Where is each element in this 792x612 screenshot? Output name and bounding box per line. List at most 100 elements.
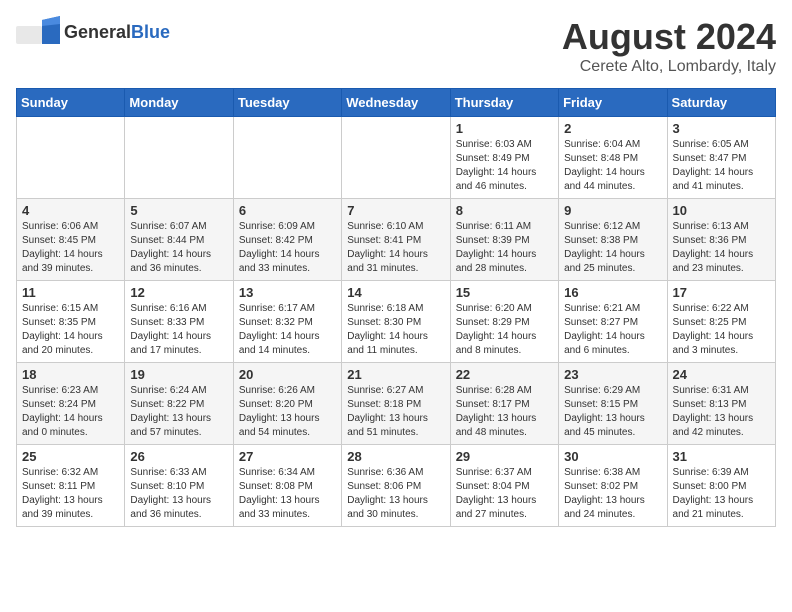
month-title: August 2024 (562, 16, 776, 58)
logo: GeneralBlue (16, 16, 170, 48)
day-number: 21 (347, 367, 444, 382)
day-number: 5 (130, 203, 227, 218)
calendar-cell: 30Sunrise: 6:38 AM Sunset: 8:02 PM Dayli… (559, 445, 667, 527)
day-info: Sunrise: 6:31 AM Sunset: 8:13 PM Dayligh… (673, 384, 770, 440)
day-info: Sunrise: 6:13 AM Sunset: 8:36 PM Dayligh… (673, 220, 770, 276)
day-number: 1 (456, 121, 553, 136)
day-info: Sunrise: 6:07 AM Sunset: 8:44 PM Dayligh… (130, 220, 227, 276)
day-number: 2 (564, 121, 661, 136)
calendar-cell (342, 117, 450, 199)
day-number: 7 (347, 203, 444, 218)
calendar-cell: 21 Sunrise: 6:27 AM Sunset: 8:18 PM Dayli… (342, 363, 450, 445)
calendar-cell: 10 Sunrise: 6:13 AM Sunset: 8:36 PM Dayli… (667, 199, 775, 281)
day-info: Sunrise: 6:29 AM Sunset: 8:15 PM Dayligh… (564, 384, 661, 440)
day-number: 25 (22, 449, 119, 464)
calendar-cell: 26 Sunrise: 6:33 AM Sunset: 8:10 PM Dayli… (125, 445, 233, 527)
calendar-cell (125, 117, 233, 199)
day-info: Sunrise: 6:36 AM Sunset: 8:06 PM Dayligh… (347, 466, 444, 522)
day-number: 20 (239, 367, 336, 382)
day-number: 3 (673, 121, 770, 136)
calendar-cell: 2 Sunrise: 6:04 AM Sunset: 8:48 PM Daylig… (559, 117, 667, 199)
day-number: 14 (347, 285, 444, 300)
day-number: 19 (130, 367, 227, 382)
day-info: Sunrise: 6:05 AM Sunset: 8:47 PM Dayligh… (673, 138, 770, 194)
day-number: 17 (673, 285, 770, 300)
location-subtitle: Cerete Alto, Lombardy, Italy (562, 58, 776, 76)
calendar-cell: 5 Sunrise: 6:07 AM Sunset: 8:44 PM Daylig… (125, 199, 233, 281)
calendar-cell: 14 Sunrise: 6:18 AM Sunset: 8:30 PM Dayli… (342, 281, 450, 363)
day-info: Sunrise: 6:38 AM Sunset: 8:02 PM Dayligh… (564, 466, 661, 522)
logo-icon (16, 16, 60, 48)
calendar-week-row: 11 Sunrise: 6:15 AM Sunset: 8:35 PM Dayli… (17, 281, 776, 363)
day-info: Sunrise: 6:18 AM Sunset: 8:30 PM Dayligh… (347, 302, 444, 358)
day-info: Sunrise: 6:12 AM Sunset: 8:38 PM Dayligh… (564, 220, 661, 276)
day-number: 16 (564, 285, 661, 300)
calendar-week-row: 25 Sunrise: 6:32 AM Sunset: 8:11 PM Dayli… (17, 445, 776, 527)
header-monday: Monday (125, 89, 233, 117)
day-info: Sunrise: 6:20 AM Sunset: 8:29 PM Dayligh… (456, 302, 553, 358)
calendar-cell: 13Sunrise: 6:17 AM Sunset: 8:32 PM Dayli… (233, 281, 341, 363)
day-number: 8 (456, 203, 553, 218)
calendar-cell: 1 Sunrise: 6:03 AM Sunset: 8:49 PM Daylig… (450, 117, 558, 199)
calendar-cell: 20 Sunrise: 6:26 AM Sunset: 8:20 PM Dayli… (233, 363, 341, 445)
day-number: 4 (22, 203, 119, 218)
calendar-cell: 27Sunrise: 6:34 AM Sunset: 8:08 PM Dayli… (233, 445, 341, 527)
header-tuesday: Tuesday (233, 89, 341, 117)
calendar-cell: 8Sunrise: 6:11 AM Sunset: 8:39 PM Daylig… (450, 199, 558, 281)
calendar-cell: 6 Sunrise: 6:09 AM Sunset: 8:42 PM Daylig… (233, 199, 341, 281)
day-info: Sunrise: 6:32 AM Sunset: 8:11 PM Dayligh… (22, 466, 119, 522)
calendar-cell: 24 Sunrise: 6:31 AM Sunset: 8:13 PM Dayli… (667, 363, 775, 445)
day-number: 26 (130, 449, 227, 464)
calendar-week-row: 4 Sunrise: 6:06 AM Sunset: 8:45 PM Daylig… (17, 199, 776, 281)
header-sunday: Sunday (17, 89, 125, 117)
calendar-week-row: 1 Sunrise: 6:03 AM Sunset: 8:49 PM Daylig… (17, 117, 776, 199)
header-thursday: Thursday (450, 89, 558, 117)
calendar-header-row: Sunday Monday Tuesday Wednesday Thursday… (17, 89, 776, 117)
calendar-cell: 22 Sunrise: 6:28 AM Sunset: 8:17 PM Dayli… (450, 363, 558, 445)
day-info: Sunrise: 6:39 AM Sunset: 8:00 PM Dayligh… (673, 466, 770, 522)
day-info: Sunrise: 6:06 AM Sunset: 8:45 PM Dayligh… (22, 220, 119, 276)
calendar-cell: 25 Sunrise: 6:32 AM Sunset: 8:11 PM Dayli… (17, 445, 125, 527)
day-info: Sunrise: 6:03 AM Sunset: 8:49 PM Dayligh… (456, 138, 553, 194)
logo-general: General (64, 22, 131, 42)
day-info: Sunrise: 6:21 AM Sunset: 8:27 PM Dayligh… (564, 302, 661, 358)
day-number: 23 (564, 367, 661, 382)
day-info: Sunrise: 6:27 AM Sunset: 8:18 PM Dayligh… (347, 384, 444, 440)
title-area: August 2024 Cerete Alto, Lombardy, Italy (562, 16, 776, 76)
calendar-week-row: 18Sunrise: 6:23 AM Sunset: 8:24 PM Dayli… (17, 363, 776, 445)
calendar-cell: 7 Sunrise: 6:10 AM Sunset: 8:41 PM Daylig… (342, 199, 450, 281)
calendar-cell: 29 Sunrise: 6:37 AM Sunset: 8:04 PM Dayli… (450, 445, 558, 527)
day-info: Sunrise: 6:04 AM Sunset: 8:48 PM Dayligh… (564, 138, 661, 194)
day-info: Sunrise: 6:37 AM Sunset: 8:04 PM Dayligh… (456, 466, 553, 522)
day-number: 10 (673, 203, 770, 218)
day-info: Sunrise: 6:34 AM Sunset: 8:08 PM Dayligh… (239, 466, 336, 522)
day-info: Sunrise: 6:10 AM Sunset: 8:41 PM Dayligh… (347, 220, 444, 276)
header: GeneralBlue August 2024 Cerete Alto, Lom… (16, 16, 776, 76)
day-info: Sunrise: 6:26 AM Sunset: 8:20 PM Dayligh… (239, 384, 336, 440)
day-number: 22 (456, 367, 553, 382)
day-number: 6 (239, 203, 336, 218)
day-info: Sunrise: 6:24 AM Sunset: 8:22 PM Dayligh… (130, 384, 227, 440)
calendar-cell: 16 Sunrise: 6:21 AM Sunset: 8:27 PM Dayli… (559, 281, 667, 363)
day-number: 29 (456, 449, 553, 464)
calendar-cell: 23 Sunrise: 6:29 AM Sunset: 8:15 PM Dayli… (559, 363, 667, 445)
calendar-cell: 15Sunrise: 6:20 AM Sunset: 8:29 PM Dayli… (450, 281, 558, 363)
calendar-cell: 12Sunrise: 6:16 AM Sunset: 8:33 PM Dayli… (125, 281, 233, 363)
day-info: Sunrise: 6:33 AM Sunset: 8:10 PM Dayligh… (130, 466, 227, 522)
day-number: 12 (130, 285, 227, 300)
day-info: Sunrise: 6:22 AM Sunset: 8:25 PM Dayligh… (673, 302, 770, 358)
calendar-cell (233, 117, 341, 199)
day-number: 24 (673, 367, 770, 382)
header-saturday: Saturday (667, 89, 775, 117)
day-number: 11 (22, 285, 119, 300)
calendar-cell (17, 117, 125, 199)
day-info: Sunrise: 6:09 AM Sunset: 8:42 PM Dayligh… (239, 220, 336, 276)
logo-blue: Blue (131, 22, 170, 42)
day-number: 9 (564, 203, 661, 218)
calendar-cell: 31Sunrise: 6:39 AM Sunset: 8:00 PM Dayli… (667, 445, 775, 527)
header-wednesday: Wednesday (342, 89, 450, 117)
day-info: Sunrise: 6:28 AM Sunset: 8:17 PM Dayligh… (456, 384, 553, 440)
day-info: Sunrise: 6:15 AM Sunset: 8:35 PM Dayligh… (22, 302, 119, 358)
calendar-table: Sunday Monday Tuesday Wednesday Thursday… (16, 88, 776, 527)
calendar-cell: 17 Sunrise: 6:22 AM Sunset: 8:25 PM Dayli… (667, 281, 775, 363)
